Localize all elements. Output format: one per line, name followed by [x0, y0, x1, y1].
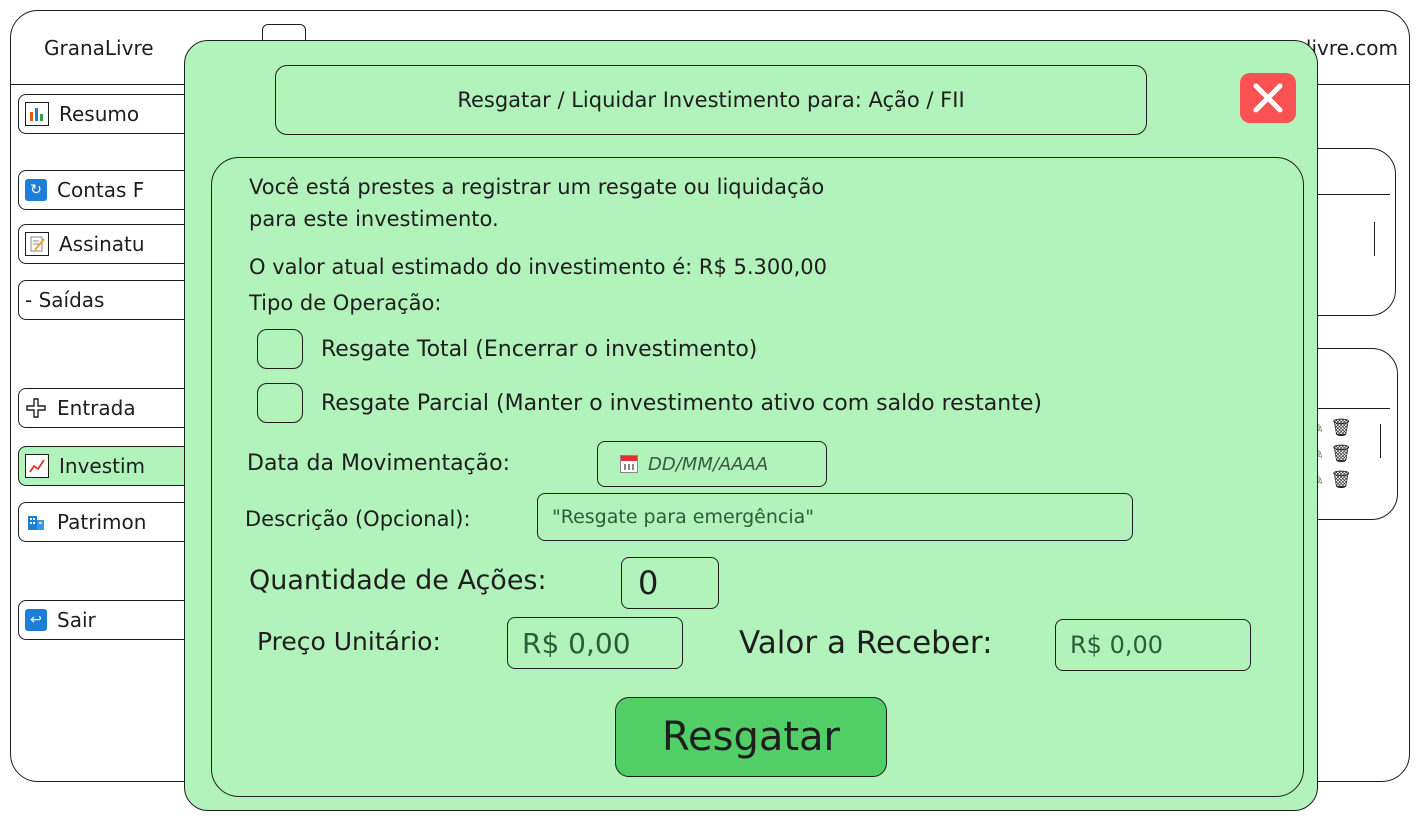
sidebar-item-patrimonio[interactable]: Patrimon: [18, 502, 208, 542]
trash-icon[interactable]: 🗑: [1330, 420, 1352, 437]
sidebar-item-label: Entrada: [57, 396, 136, 420]
sidebar-item-label: Investim: [59, 454, 146, 478]
bar-chart-icon: [25, 102, 49, 126]
memo-icon: [25, 232, 49, 256]
total-redeem-label: Resgate Total (Encerrar o investimento): [321, 337, 758, 362]
plus-icon: [25, 397, 47, 419]
sidebar-item-sair[interactable]: ↩ Sair: [18, 600, 208, 640]
sidebar-item-resumo[interactable]: Resumo: [18, 94, 208, 134]
total-redeem-checkbox[interactable]: [257, 329, 303, 369]
sidebar-item-contas[interactable]: ↻ Contas F: [18, 170, 208, 210]
unit-price-input[interactable]: R$ 0,00: [507, 617, 683, 669]
intro-text: Você está prestes a registrar um resgate…: [249, 175, 825, 199]
scrollbar[interactable]: [1374, 222, 1375, 256]
chart-increasing-icon: [25, 454, 49, 478]
description-input[interactable]: "Resgate para emergência": [537, 493, 1133, 541]
redeem-submit-button[interactable]: Resgatar: [615, 697, 887, 777]
sidebar-item-label: Sair: [57, 608, 96, 632]
receive-label: Valor a Receber:: [739, 625, 993, 661]
calendar-icon: [620, 455, 638, 473]
unit-price-value: R$ 0,00: [522, 626, 631, 660]
description-value: "Resgate para emergência": [552, 506, 815, 528]
quantity-value: 0: [638, 564, 659, 602]
quantity-label: Quantidade de Ações:: [249, 565, 547, 596]
sidebar-item-label: - Saídas: [25, 288, 105, 312]
app-url: livre.com: [1305, 36, 1398, 60]
close-button[interactable]: [1240, 73, 1296, 123]
sidebar-item-investimentos[interactable]: Investim: [18, 446, 208, 486]
modal-title: Resgatar / Liquidar Investimento para: A…: [275, 65, 1147, 135]
partial-redeem-checkbox[interactable]: [257, 383, 303, 423]
date-placeholder: DD/MM/AAAA: [648, 453, 769, 475]
trash-icon[interactable]: 🗑: [1330, 446, 1352, 463]
unit-price-label: Preço Unitário:: [257, 627, 441, 656]
sidebar-item-entradas[interactable]: Entrada: [18, 388, 208, 428]
return-icon: ↩: [25, 609, 47, 631]
description-label: Descrição (Opcional):: [245, 507, 471, 531]
partial-redeem-label: Resgate Parcial (Manter o investimento a…: [321, 391, 1042, 416]
sidebar-item-label: Resumo: [59, 102, 140, 126]
refresh-icon: ↻: [25, 179, 47, 201]
scrollbar[interactable]: [1380, 424, 1381, 458]
sidebar-item-label: Assinatu: [59, 232, 145, 256]
sidebar-item-label: Contas F: [57, 178, 145, 202]
receive-value-input[interactable]: R$ 0,00: [1055, 619, 1251, 671]
operation-type-label: Tipo de Operação:: [249, 291, 442, 315]
building-icon: [25, 511, 47, 533]
trash-icon[interactable]: 🗑: [1330, 472, 1352, 489]
redeem-modal: Resgatar / Liquidar Investimento para: A…: [184, 40, 1318, 811]
intro-text: para este investimento.: [249, 207, 499, 231]
sidebar-item-assinaturas[interactable]: Assinatu: [18, 224, 208, 264]
date-input[interactable]: DD/MM/AAAA: [597, 441, 827, 487]
sidebar-item-label: Patrimon: [57, 510, 147, 534]
quantity-input[interactable]: 0: [621, 557, 719, 609]
app-title: GranaLivre: [44, 36, 154, 60]
close-icon: [1253, 83, 1283, 113]
date-label: Data da Movimentação:: [247, 451, 511, 476]
current-value-text: O valor atual estimado do investimento é…: [249, 255, 828, 279]
receive-value: R$ 0,00: [1070, 631, 1164, 659]
sidebar-item-saidas[interactable]: - Saídas: [18, 280, 208, 320]
